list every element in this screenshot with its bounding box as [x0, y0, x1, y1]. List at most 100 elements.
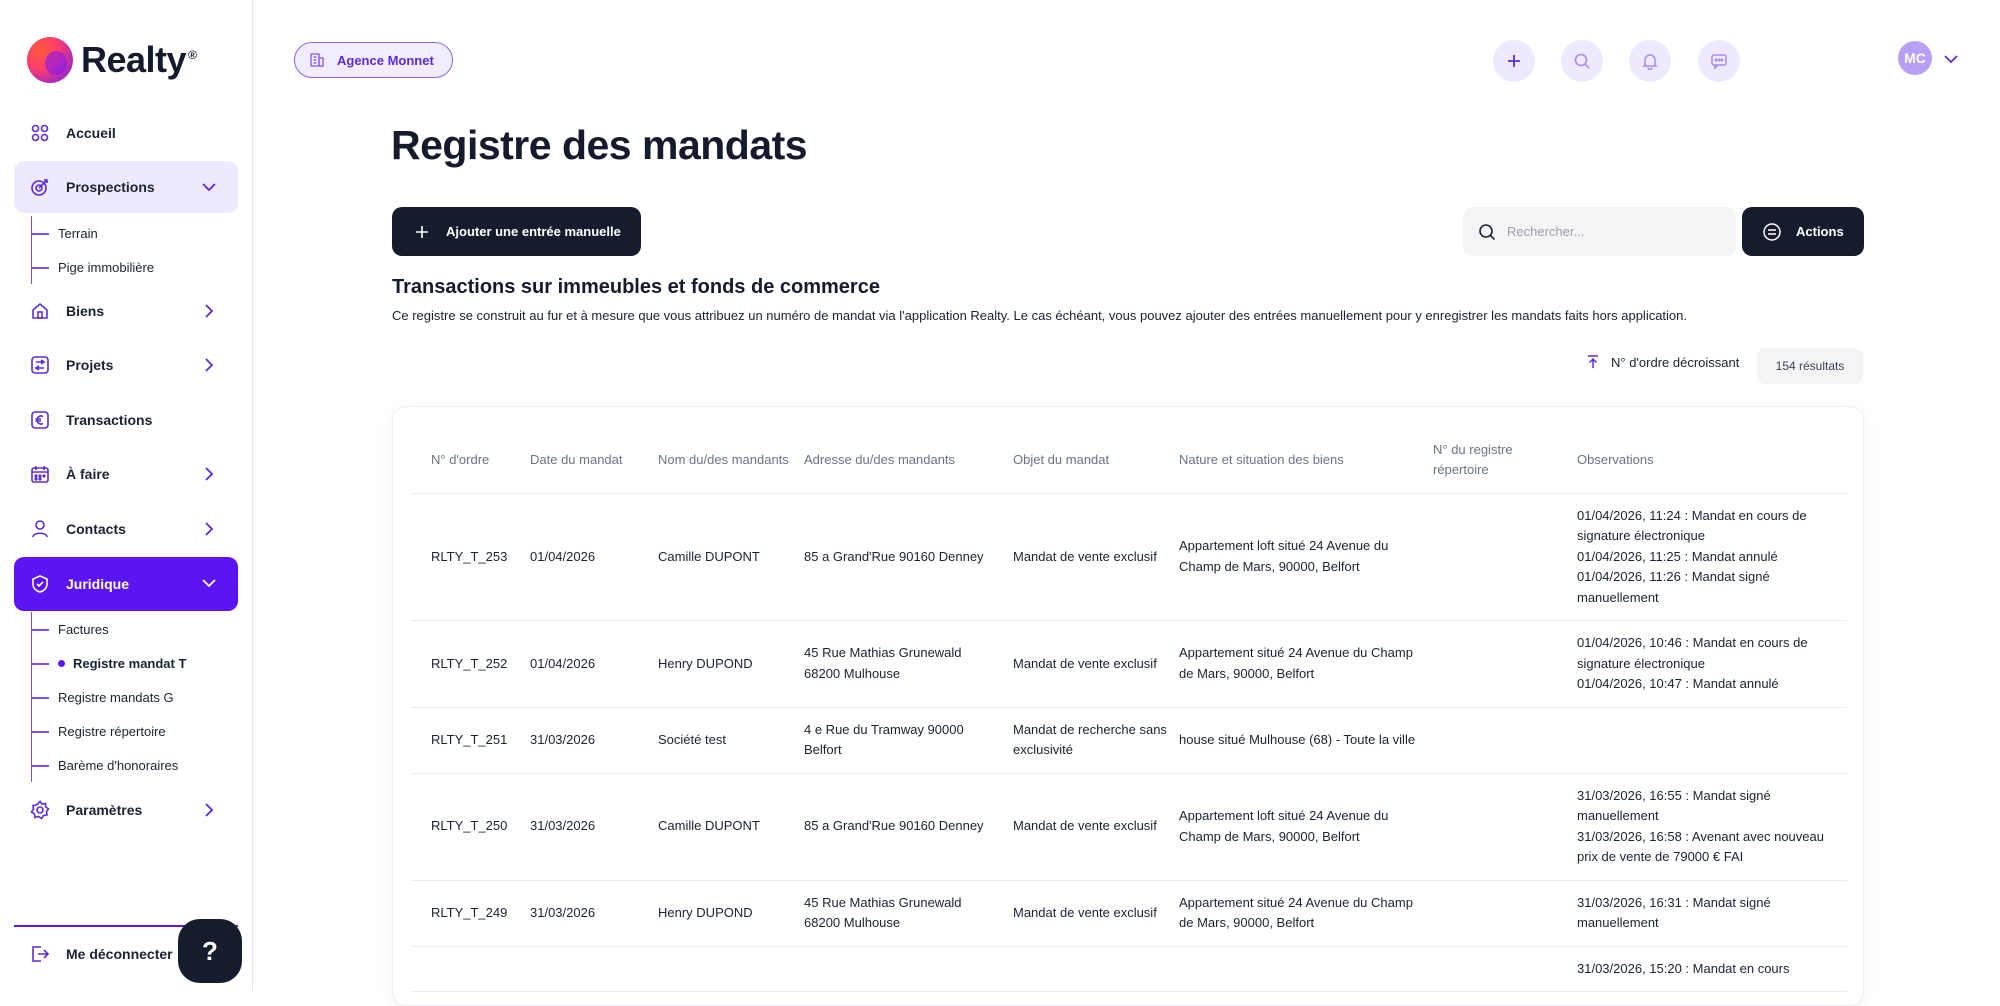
cell-observations: 31/03/2026, 16:31 : Mandat signé manuell… — [1577, 880, 1847, 947]
logout-icon — [32, 946, 50, 962]
observation-entry: 01/04/2026, 11:26 : Mandat signé manuell… — [1577, 569, 1770, 605]
cell-observations: 31/03/2026, 16:55 : Mandat signé manuell… — [1577, 773, 1847, 881]
cell-observations: 31/03/2026, 15:20 : Mandat en cours — [1577, 946, 1847, 992]
avatar[interactable]: MC — [1898, 41, 1932, 75]
cell-address: 45 Rue Mathias Grunewald 68200 Mulhouse — [804, 620, 1013, 708]
observation-entry: 01/04/2026, 10:46 : Mandat en cours de s… — [1577, 635, 1808, 671]
help-icon: ? — [202, 935, 218, 966]
sidebar-item-label: Projets — [66, 357, 114, 373]
cell-order: RLTY_T_252 — [411, 620, 530, 708]
sort-arrow-icon — [1588, 355, 1598, 368]
sidebar-item-transactions[interactable]: Transactions — [14, 394, 238, 446]
sidebar-subitem-registre-repertoire[interactable]: Registre répertoire — [30, 714, 186, 748]
column-header[interactable]: Adresse du/des mandants — [804, 427, 1013, 494]
cell-name: Camille DUPONT — [658, 773, 804, 881]
column-header[interactable]: Nature et situation des biens — [1179, 427, 1433, 494]
actions-button[interactable]: Actions — [1742, 207, 1864, 256]
cell-date: 31/03/2026 — [530, 707, 658, 774]
column-header[interactable]: N° d'ordre — [411, 427, 530, 494]
brand-name: Realty ® — [81, 39, 197, 80]
sidebar-item-a-faire[interactable]: À faire — [14, 448, 238, 500]
search-input[interactable] — [1507, 224, 1707, 239]
plus-icon — [1508, 55, 1520, 67]
calendar-icon — [30, 464, 50, 484]
help-button[interactable]: ? — [178, 919, 242, 983]
sidebar-subitem-pige[interactable]: Pige immobilière — [30, 250, 154, 284]
cell-name: Société test — [658, 707, 804, 774]
column-header[interactable]: Date du mandat — [530, 427, 658, 494]
sidebar-subitem-bareme[interactable]: Barème d'honoraires — [30, 748, 186, 782]
column-header[interactable]: Observations — [1577, 427, 1847, 494]
cell-order: RLTY_T_249 — [411, 880, 530, 947]
chevron-down-icon[interactable] — [1942, 50, 1960, 68]
cell-object: Mandat de vente exclusif — [1013, 493, 1179, 621]
observation-entry: 31/03/2026, 16:58 : Avenant avec nouveau… — [1577, 828, 1824, 865]
chevron-right-icon — [205, 803, 214, 817]
observation-entry: 01/04/2026, 11:24 : Mandat en cours de s… — [1577, 507, 1807, 544]
sidebar-subitem-registre-mandats-g[interactable]: Registre mandats G — [30, 680, 186, 714]
sidebar-item-label: Prospections — [66, 179, 155, 195]
logo-mark-icon — [27, 37, 73, 83]
add-manual-entry-button[interactable]: Ajouter une entrée manuelle — [392, 207, 641, 256]
cell-address: 45 Rue Mathias Grunewald 68200 Mulhouse — [804, 880, 1013, 947]
add-button[interactable] — [1493, 40, 1535, 82]
column-header[interactable]: N° du registre répertoire — [1433, 427, 1577, 494]
agency-selector[interactable]: Agence Monnet — [294, 42, 453, 78]
table-row[interactable]: RLTY_T_249 31/03/2026 Henry DUPOND 45 Rue M… — [411, 880, 1847, 947]
mandates-table-card: N° d'ordre Date du mandat Nom du/des man… — [392, 406, 1864, 1006]
sidebar-item-prospections[interactable]: Prospections — [14, 161, 238, 213]
cell-name — [658, 946, 804, 992]
logout-button[interactable]: Me déconnecter — [30, 944, 173, 964]
cell-nature: Appartement loft situé 24 Avenue du Cham… — [1179, 493, 1433, 621]
sort-toggle[interactable]: N° d'ordre décroissant — [1585, 354, 1739, 370]
search-button[interactable] — [1561, 40, 1603, 82]
shield-icon — [30, 574, 50, 594]
cell-object — [1013, 946, 1179, 992]
sidebar-item-label: Paramètres — [66, 802, 143, 818]
sidebar-subitem-factures[interactable]: Factures — [30, 612, 186, 646]
column-header[interactable]: Nom du/des mandants — [658, 427, 804, 494]
sidebar: Realty ® Accueil Prospections Terrain Pig… — [0, 0, 253, 991]
sidebar-subitem-terrain[interactable]: Terrain — [30, 216, 154, 250]
plus-icon — [416, 225, 428, 238]
sidebar-item-projets[interactable]: Projets — [14, 339, 238, 391]
sidebar-subitem-registre-mandat-t[interactable]: Registre mandat T — [30, 646, 186, 680]
cell-order: RLTY_T_253 — [411, 493, 530, 621]
sidebar-item-parametres[interactable]: Paramètres — [14, 784, 238, 836]
table-row[interactable]: RLTY_T_250 31/03/2026 Camille DUPONT 85 a G… — [411, 773, 1847, 881]
table-row[interactable]: RLTY_T_253 01/04/2026 Camille DUPONT 85 a G… — [411, 493, 1847, 621]
sidebar-item-accueil[interactable]: Accueil — [14, 107, 238, 159]
cell-registry — [1433, 946, 1577, 992]
prospections-submenu: Terrain Pige immobilière — [30, 216, 154, 284]
sidebar-item-juridique[interactable]: Juridique — [14, 557, 238, 611]
sidebar-item-contacts[interactable]: Contacts — [14, 503, 238, 555]
table-row[interactable]: RLTY_T_252 01/04/2026 Henry DUPOND 45 Rue M… — [411, 620, 1847, 708]
column-header[interactable]: Objet du mandat — [1013, 427, 1179, 494]
cell-order: RLTY_T_250 — [411, 773, 530, 881]
sidebar-item-label: Contacts — [66, 521, 126, 537]
cell-registry — [1433, 493, 1577, 621]
sidebar-item-label: Accueil — [66, 125, 116, 141]
grid-icon — [30, 123, 50, 143]
cell-date: 01/04/2026 — [530, 493, 658, 621]
messages-button[interactable] — [1698, 40, 1740, 82]
cell-nature: house situé Mulhouse (68) - Toute la vil… — [1179, 707, 1433, 774]
transfer-icon — [30, 355, 50, 375]
search-icon — [1574, 53, 1590, 69]
chat-icon — [1711, 54, 1727, 70]
cell-order — [411, 946, 530, 992]
cell-nature: Appartement situé 24 Avenue du Champ de … — [1179, 620, 1433, 708]
mandates-table: N° d'ordre Date du mandat Nom du/des man… — [411, 427, 1847, 992]
notifications-button[interactable] — [1629, 40, 1671, 82]
sidebar-item-biens[interactable]: Biens — [14, 285, 238, 337]
section-title: Transactions sur immeubles et fonds de c… — [392, 276, 880, 298]
table-row[interactable]: RLTY_T_251 31/03/2026 Société test 4 e Rue … — [411, 707, 1847, 774]
juridique-submenu: Factures Registre mandat T Registre mand… — [30, 612, 186, 782]
chevron-down-icon — [202, 183, 216, 192]
search-field[interactable] — [1463, 207, 1736, 256]
active-dot-icon — [58, 659, 65, 667]
cell-observations — [1577, 707, 1847, 774]
table-row[interactable]: 31/03/2026, 15:20 : Mandat en cours — [411, 946, 1847, 992]
brand-logo[interactable]: Realty ® — [27, 36, 197, 84]
cell-nature: Appartement situé 24 Avenue du Champ de … — [1179, 880, 1433, 947]
